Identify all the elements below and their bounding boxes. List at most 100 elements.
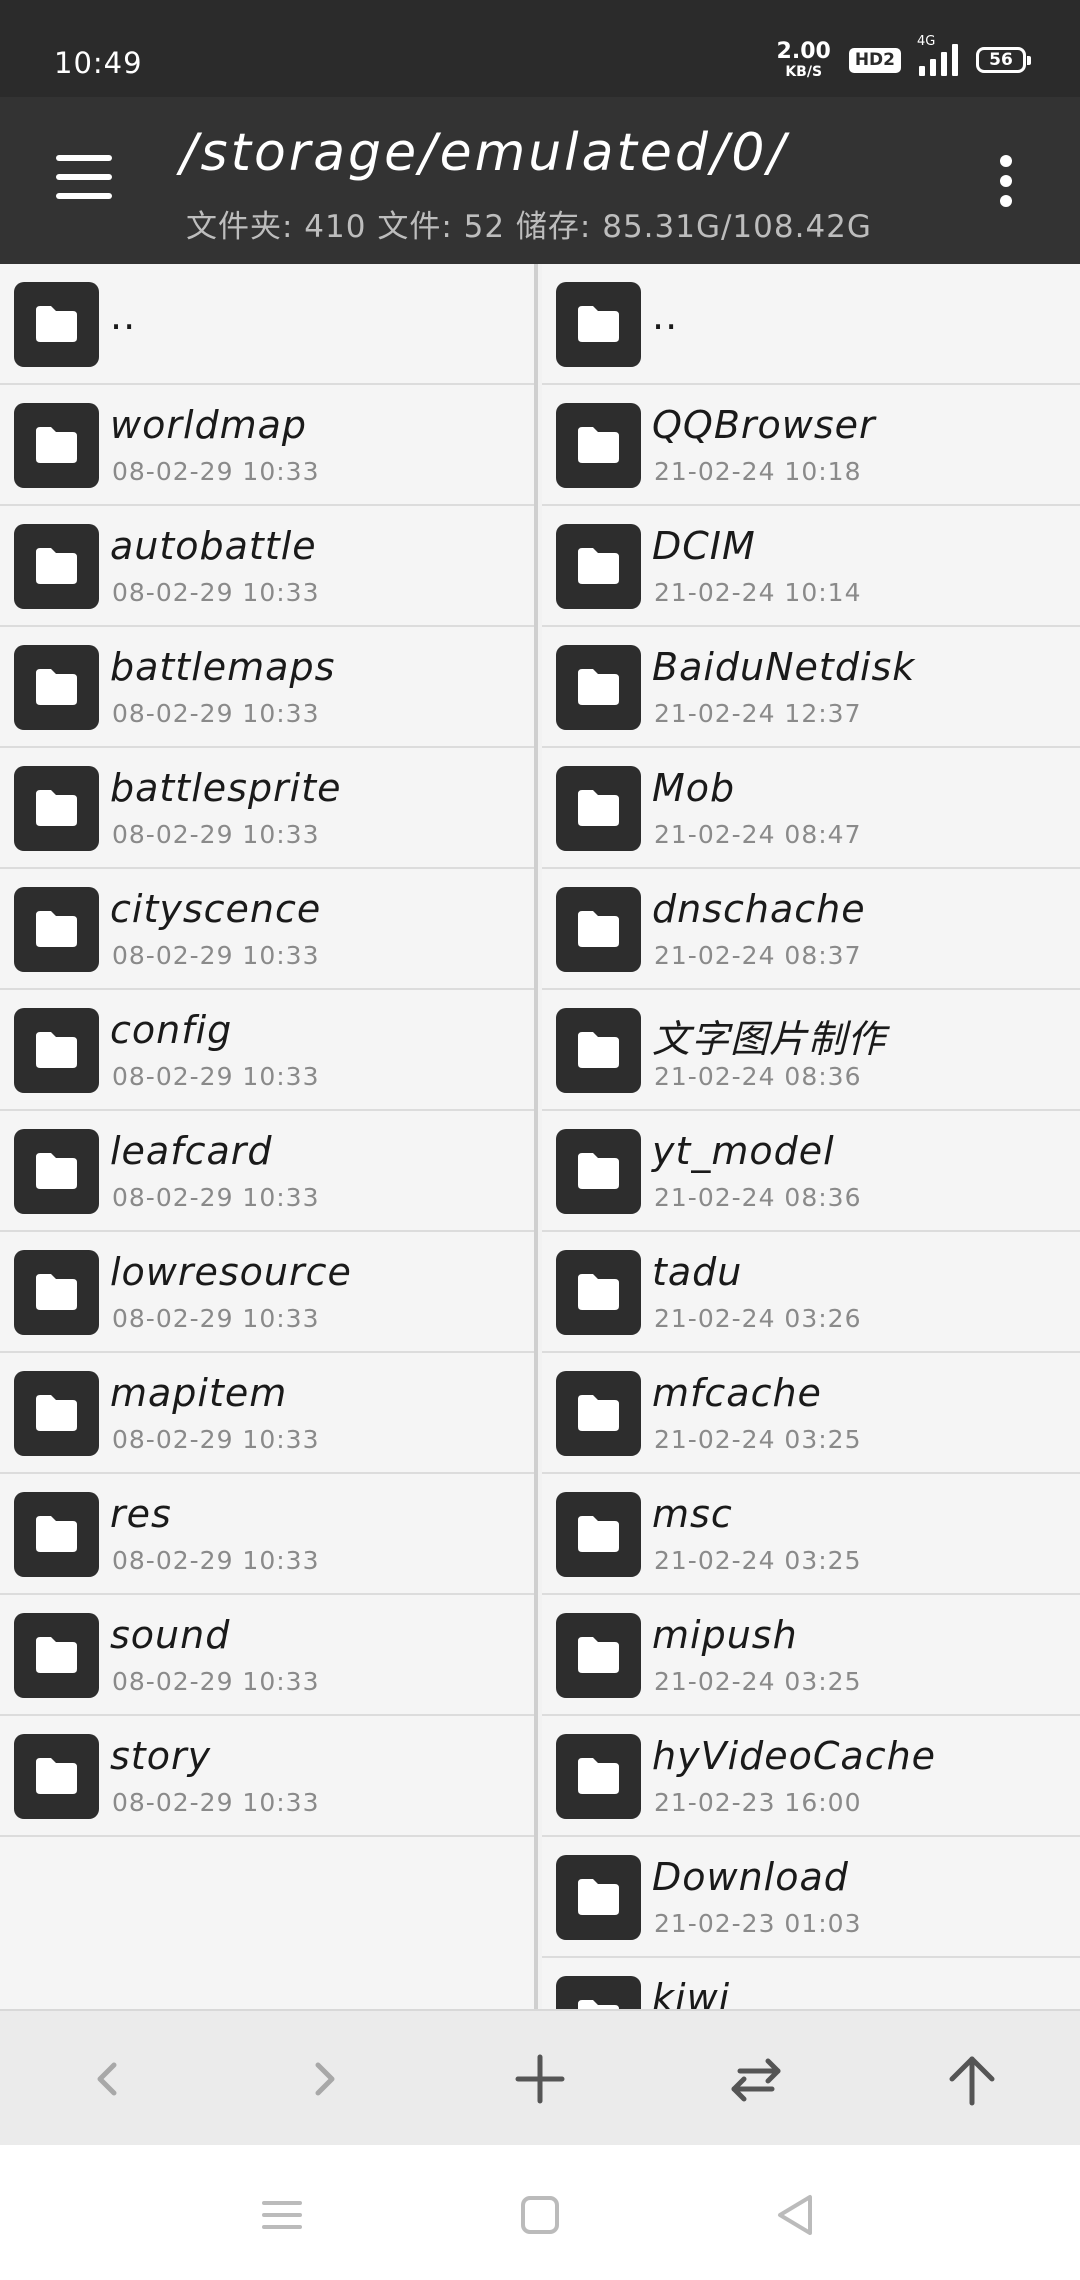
folder-row[interactable]: Mob 21-02-24 08:47: [542, 748, 1080, 869]
folder-name: dnschache: [652, 887, 866, 931]
folder-modified-date: 08-02-29 10:33: [112, 578, 320, 607]
folder-name: sound: [110, 1613, 231, 1657]
home-icon[interactable]: [510, 2185, 570, 2245]
folder-icon: [556, 1492, 641, 1577]
folder-row[interactable]: Download 21-02-23 01:03: [542, 1837, 1080, 1958]
folder-row[interactable]: mapitem 08-02-29 10:33: [0, 1353, 534, 1474]
folder-modified-date: 21-02-24 08:47: [654, 820, 862, 849]
plus-icon[interactable]: [510, 2049, 570, 2109]
folder-row[interactable]: res 08-02-29 10:33: [0, 1474, 534, 1595]
current-path: /storage/emulated/0/: [180, 123, 789, 183]
storage-summary: 文件夹: 410 文件: 52 储存: 85.31G/108.42G: [186, 209, 872, 245]
arrow-up-icon[interactable]: [942, 2049, 1002, 2109]
folder-icon: [556, 403, 641, 488]
folder-row[interactable]: mfcache 21-02-24 03:25: [542, 1353, 1080, 1474]
folder-modified-date: 21-02-24 10:14: [654, 578, 862, 607]
folder-icon: [556, 1129, 641, 1214]
folder-modified-date: 21-02-24 03:25: [654, 1425, 862, 1454]
folder-name: mfcache: [652, 1371, 822, 1415]
folder-row[interactable]: cityscence 08-02-29 10:33: [0, 869, 534, 990]
folder-name: kiwi: [652, 1976, 731, 2009]
folder-modified-date: 08-02-29 10:33: [112, 1667, 320, 1696]
chevron-left-icon[interactable]: [78, 2049, 138, 2109]
folder-modified-date: 08-02-29 10:33: [112, 820, 320, 849]
app-bar: /storage/emulated/0/ 文件夹: 410 文件: 52 储存:…: [0, 97, 1080, 264]
folder-icon: [14, 524, 99, 609]
folder-modified-date: 21-02-23 01:03: [654, 1909, 862, 1938]
folder-row[interactable]: DCIM 21-02-24 10:14: [542, 506, 1080, 627]
folder-icon: [556, 1613, 641, 1698]
folder-row[interactable]: tadu 21-02-24 03:26: [542, 1232, 1080, 1353]
folder-modified-date: 21-02-24 08:37: [654, 941, 862, 970]
folder-row[interactable]: autobattle 08-02-29 10:33: [0, 506, 534, 627]
hamburger-menu-icon[interactable]: [56, 155, 112, 199]
folder-modified-date: 21-02-24 03:25: [654, 1546, 862, 1575]
screen: 10:49 2.00 KB/S HD2 4G 56 /storage/emula…: [0, 0, 1080, 2280]
folder-name: res: [110, 1492, 172, 1536]
folder-modified-date: 08-02-29 10:33: [112, 1425, 320, 1454]
folder-row[interactable]: sound 08-02-29 10:33: [0, 1595, 534, 1716]
folder-icon: [556, 766, 641, 851]
right-file-pane[interactable]: .. QQBrowser 21-02-24 10:18 DCIM 21-02-24 10…: [542, 264, 1080, 2009]
folder-row[interactable]: yt_model 21-02-24 08:36: [542, 1111, 1080, 1232]
folder-icon: [556, 282, 641, 367]
folder-row[interactable]: QQBrowser 21-02-24 10:18: [542, 385, 1080, 506]
folder-name: leafcard: [110, 1129, 273, 1173]
folder-modified-date: 21-02-24 03:25: [654, 1667, 862, 1696]
folder-icon: [14, 282, 99, 367]
folder-name: 文字图片制作: [652, 1017, 887, 1061]
folder-row[interactable]: dnschache 21-02-24 08:37: [542, 869, 1080, 990]
folder-row[interactable]: leafcard 08-02-29 10:33: [0, 1111, 534, 1232]
folder-name: Mob: [652, 766, 736, 810]
folder-row[interactable]: battlesprite 08-02-29 10:33: [0, 748, 534, 869]
folder-name: lowresource: [110, 1250, 352, 1294]
folder-name: ..: [110, 294, 137, 338]
folder-name: hyVideoCache: [652, 1734, 937, 1778]
folder-modified-date: 08-02-29 10:33: [112, 1062, 320, 1091]
folder-row[interactable]: BaiduNetdisk 21-02-24 12:37: [542, 627, 1080, 748]
folder-row[interactable]: lowresource 08-02-29 10:33: [0, 1232, 534, 1353]
folder-row[interactable]: story 08-02-29 10:33: [0, 1716, 534, 1837]
folder-row[interactable]: battlemaps 08-02-29 10:33: [0, 627, 534, 748]
folder-name: autobattle: [110, 524, 317, 568]
folder-icon: [556, 1976, 641, 2009]
network-type-label: 4G: [917, 34, 936, 49]
network-speed-unit: KB/S: [785, 64, 823, 80]
folder-modified-date: 21-02-24 03:26: [654, 1304, 862, 1333]
folder-modified-date: 08-02-29 10:33: [112, 1183, 320, 1212]
folder-row[interactable]: hyVideoCache 21-02-23 16:00: [542, 1716, 1080, 1837]
folder-modified-date: 08-02-29 10:33: [112, 457, 320, 486]
battery-icon: 56: [976, 47, 1031, 73]
folder-icon: [14, 1734, 99, 1819]
vertical-dots-icon[interactable]: [997, 155, 1017, 207]
folder-icon: [14, 1492, 99, 1577]
status-icons: 2.00 KB/S HD2 4G 56: [777, 34, 1031, 82]
folder-row[interactable]: kiwi: [542, 1958, 1080, 2009]
folder-icon: [14, 766, 99, 851]
parent-folder-row[interactable]: ..: [542, 264, 1080, 385]
folder-name: story: [110, 1734, 212, 1778]
status-time: 10:49: [54, 46, 143, 80]
folder-modified-date: 08-02-29 10:33: [112, 699, 320, 728]
folder-name: mapitem: [110, 1371, 288, 1415]
folder-row[interactable]: 文字图片制作 21-02-24 08:36: [542, 990, 1080, 1111]
parent-folder-row[interactable]: ..: [0, 264, 534, 385]
folder-icon: [14, 887, 99, 972]
left-file-pane[interactable]: .. worldmap 08-02-29 10:33 autobattle 08-02-…: [0, 264, 538, 2009]
folder-row[interactable]: mipush 21-02-24 03:25: [542, 1595, 1080, 1716]
back-icon[interactable]: [766, 2185, 826, 2245]
folder-icon: [556, 1250, 641, 1335]
folder-icon: [14, 1008, 99, 1093]
folder-row[interactable]: msc 21-02-24 03:25: [542, 1474, 1080, 1595]
folder-name: DCIM: [652, 524, 756, 568]
swap-arrows-icon[interactable]: [726, 2049, 786, 2109]
recent-apps-icon[interactable]: [252, 2185, 312, 2245]
folder-row[interactable]: worldmap 08-02-29 10:33: [0, 385, 534, 506]
folder-row[interactable]: config 08-02-29 10:33: [0, 990, 534, 1111]
folder-icon: [556, 1371, 641, 1456]
folder-icon: [14, 645, 99, 730]
chevron-right-icon[interactable]: [294, 2049, 354, 2109]
folder-modified-date: 08-02-29 10:33: [112, 1304, 320, 1333]
folder-icon: [556, 1734, 641, 1819]
folder-modified-date: 21-02-23 16:00: [654, 1788, 862, 1817]
